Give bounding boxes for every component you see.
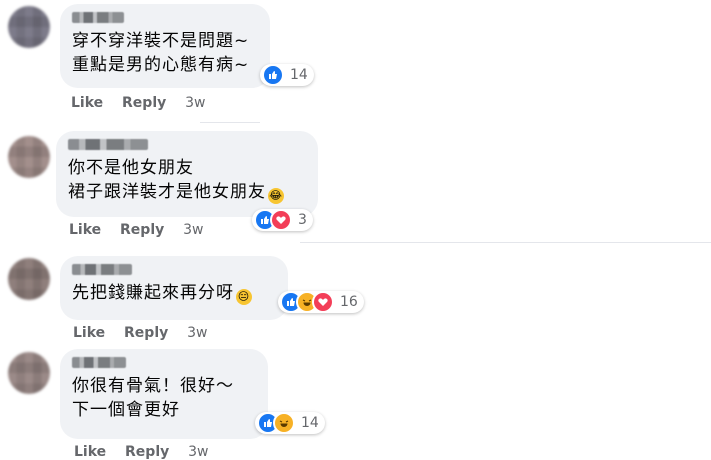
reply-button[interactable]: Reply [120,222,164,238]
love-reaction-icon [270,209,292,231]
like-button[interactable]: Like [71,95,103,111]
timestamp[interactable]: 3w [188,444,208,460]
author-name-blurred[interactable] [68,139,148,150]
comment-text-line: 穿不穿洋裝不是問題~ [72,31,250,51]
comment-text: 先把錢賺起來再分呀 [72,283,234,303]
comment-text-line: 裙子跟洋裝才是他女朋友 😂 [68,180,304,204]
timestamp[interactable]: 3w [185,95,205,111]
comment-bubble: 先把錢賺起來再分呀 😑 [60,256,288,320]
comment-text: 裙子跟洋裝才是他女朋友 [68,182,266,202]
reaction-count: 14 [290,67,308,83]
avatar[interactable] [8,136,50,178]
comment-text-line: 重點是男的心態有病~ [72,55,250,75]
love-reaction-icon [312,291,334,313]
comment-bubble: 你很有骨氣！很好～ 下一個會更好 [60,349,268,439]
avatar[interactable] [8,6,50,48]
reply-button[interactable]: Reply [125,444,169,460]
author-name-blurred[interactable] [72,12,124,23]
comment-actions: Like Reply 3w [74,444,223,460]
haha-reaction-icon [273,412,295,434]
laugh-tears-emoji-icon: 😂 [268,188,284,204]
comment-bubble: 穿不穿洋裝不是問題~ 重點是男的心態有病~ [60,4,270,88]
comment-actions: Like Reply 3w [73,325,222,341]
timestamp[interactable]: 3w [187,325,207,341]
reaction-summary[interactable]: 14 [255,412,325,434]
reply-button[interactable]: Reply [124,325,168,341]
comment-bubble: 你不是他女朋友 裙子跟洋裝才是他女朋友 😂 [56,131,318,217]
avatar[interactable] [8,352,50,394]
author-name-blurred[interactable] [72,357,126,368]
comment-text-line: 你很有骨氣！很好～ [72,376,234,396]
reaction-count: 14 [301,415,319,431]
comment-text-line: 先把錢賺起來再分呀 😑 [72,281,274,305]
avatar[interactable] [8,258,50,300]
reaction-summary[interactable]: 3 [252,209,313,231]
like-button[interactable]: Like [69,222,101,238]
reaction-summary[interactable]: 16 [278,291,364,313]
like-reaction-icon [262,64,284,86]
comment-actions: Like Reply 3w [69,222,218,238]
comment-actions: Like Reply 3w [71,95,220,111]
timestamp[interactable]: 3w [183,222,203,238]
comment-text-line: 你不是他女朋友 [68,158,194,178]
unamused-emoji-icon: 😑 [236,289,252,305]
reply-button[interactable]: Reply [122,95,166,111]
like-button[interactable]: Like [74,444,106,460]
author-name-blurred[interactable] [72,264,132,275]
divider [200,122,260,123]
reaction-summary[interactable]: 14 [260,64,314,86]
reaction-count: 3 [298,212,307,228]
like-button[interactable]: Like [73,325,105,341]
divider [300,242,711,243]
comment-text-line: 下一個會更好 [72,400,180,420]
reaction-count: 16 [340,294,358,310]
